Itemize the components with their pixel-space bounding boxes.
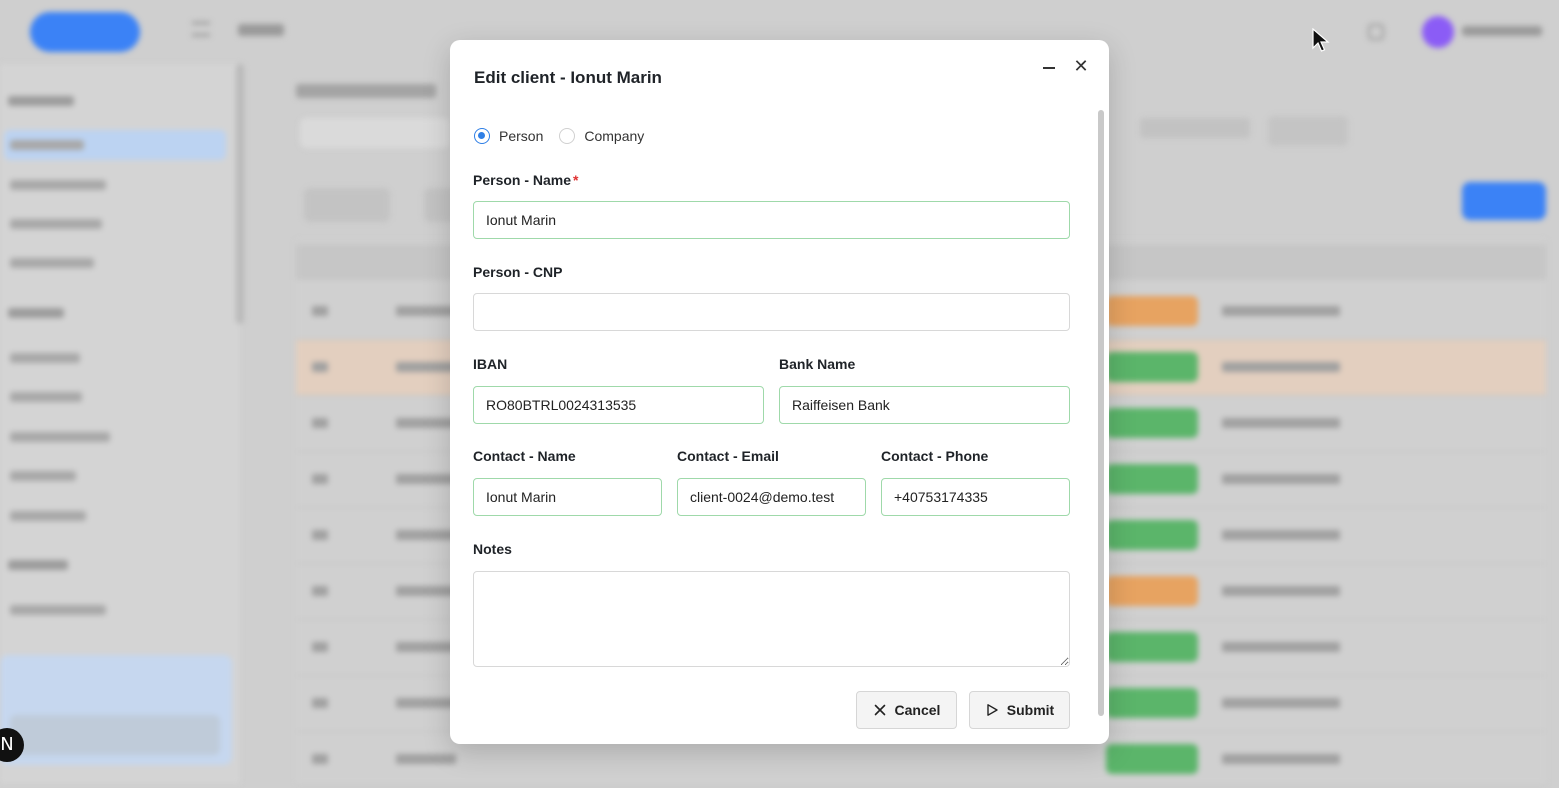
close-icon bbox=[874, 704, 885, 716]
add-client-button bbox=[1462, 182, 1546, 220]
dialog-scrollbar[interactable] bbox=[1098, 110, 1104, 716]
user-name bbox=[1462, 26, 1542, 36]
cancel-button-label: Cancel bbox=[894, 702, 941, 718]
mouse-cursor-icon bbox=[1312, 28, 1330, 52]
search-input bbox=[300, 118, 450, 148]
edit-client-dialog: Edit client - Ionut Marin ✕ Person Compan… bbox=[450, 40, 1109, 744]
contact-name-input[interactable] bbox=[473, 478, 662, 516]
person-cnp-label: Person - CNP bbox=[473, 264, 563, 280]
radio-person-label[interactable]: Person bbox=[499, 128, 543, 144]
contact-phone-label: Contact - Phone bbox=[881, 448, 989, 464]
contact-name-label: Contact - Name bbox=[473, 448, 576, 464]
dialog-title: Edit client - Ionut Marin bbox=[474, 68, 662, 87]
notification-icon bbox=[1368, 24, 1384, 40]
menu-icon bbox=[192, 22, 210, 36]
minimize-icon[interactable] bbox=[1040, 58, 1058, 76]
person-name-label: Person - Name * bbox=[473, 172, 579, 188]
person-cnp-input[interactable] bbox=[473, 293, 1070, 331]
view-toggle bbox=[1140, 118, 1250, 138]
sidebar-group-label bbox=[8, 96, 74, 106]
sidebar-item bbox=[10, 219, 102, 229]
sidebar-item bbox=[10, 432, 110, 442]
page-title bbox=[296, 84, 436, 98]
sidebar-group-label bbox=[8, 560, 68, 570]
radio-person[interactable] bbox=[474, 128, 490, 145]
person-name-input[interactable] bbox=[473, 201, 1070, 239]
avatar bbox=[1422, 16, 1454, 48]
brand-logo bbox=[30, 12, 140, 52]
sidebar-item bbox=[10, 605, 106, 615]
radio-company-label[interactable]: Company bbox=[584, 128, 644, 144]
notes-textarea[interactable] bbox=[473, 571, 1070, 667]
submit-button-label: Submit bbox=[1006, 702, 1055, 718]
iban-label: IBAN bbox=[473, 356, 508, 372]
contact-email-input[interactable] bbox=[677, 478, 866, 516]
required-mark: * bbox=[573, 172, 579, 188]
sidebar-item bbox=[10, 471, 76, 481]
client-type-radio-group: Person Company bbox=[474, 127, 660, 147]
filter-button bbox=[1268, 116, 1348, 146]
sidebar-item bbox=[10, 140, 84, 150]
notes-label: Notes bbox=[473, 541, 512, 557]
sidebar-promo-button bbox=[10, 715, 220, 755]
sidebar-item bbox=[10, 258, 94, 268]
close-icon[interactable]: ✕ bbox=[1071, 57, 1091, 77]
sidebar-item bbox=[10, 353, 80, 363]
radio-company[interactable] bbox=[559, 128, 576, 145]
sidebar-item bbox=[10, 392, 82, 402]
play-icon bbox=[987, 704, 998, 716]
submit-button[interactable]: Submit bbox=[969, 691, 1070, 729]
breadcrumb bbox=[238, 24, 284, 36]
sidebar-item bbox=[10, 180, 106, 190]
iban-input[interactable] bbox=[473, 386, 764, 424]
bank-name-label: Bank Name bbox=[779, 356, 856, 372]
cancel-button[interactable]: Cancel bbox=[856, 691, 957, 729]
contact-email-label: Contact - Email bbox=[677, 448, 779, 464]
sidebar-scrollbar bbox=[236, 64, 244, 324]
toolbar-button bbox=[304, 188, 390, 222]
sidebar-group-label bbox=[8, 308, 64, 318]
bank-name-input[interactable] bbox=[779, 386, 1070, 424]
contact-phone-input[interactable] bbox=[881, 478, 1070, 516]
sidebar-item bbox=[10, 511, 86, 521]
